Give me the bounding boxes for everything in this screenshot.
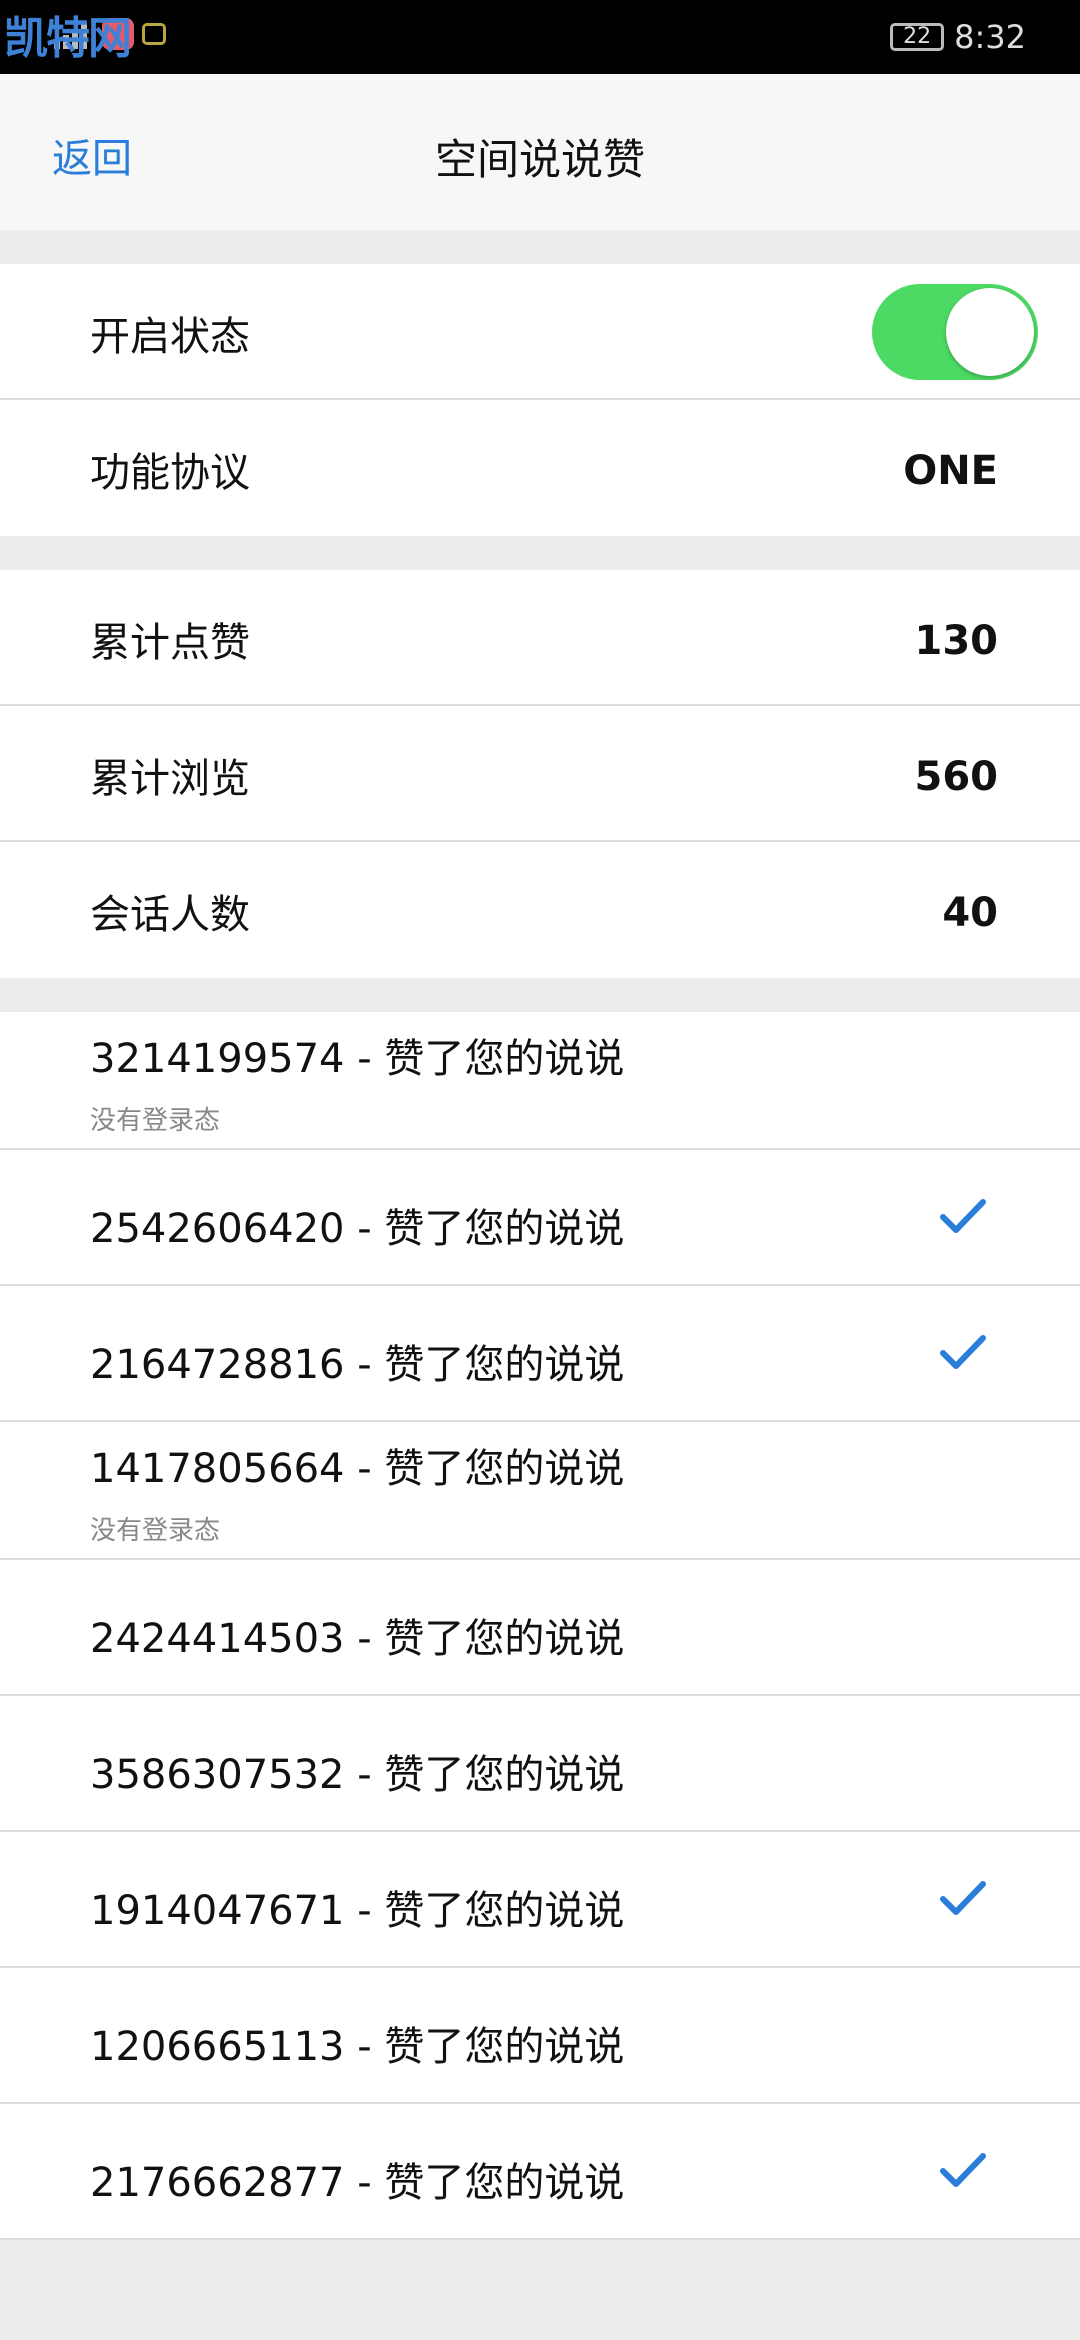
protocol-label: 功能协议	[90, 450, 250, 496]
stat-row-views: 累计浏览 560	[0, 706, 1080, 842]
stat-row-likes: 累计点赞 130	[0, 570, 1080, 706]
list-item[interactable]: 2424414503 - 赞了您的说说	[0, 1560, 1080, 1696]
page-title: 空间说说赞	[434, 135, 645, 184]
list-item-text: 3586307532 - 赞了您的说说	[90, 1752, 625, 1798]
list-item[interactable]: 1417805664 - 赞了您的说说没有登录态	[0, 1422, 1080, 1560]
status-bar: 凯特网 22 8:32	[0, 0, 1080, 74]
battery-icon: 22	[890, 23, 945, 51]
protocol-row[interactable]: 功能协议 ONE	[0, 400, 1080, 536]
stat-value: 40	[942, 890, 998, 936]
checkmark-icon	[940, 1881, 986, 1915]
list-item[interactable]: 2164728816 - 赞了您的说说	[0, 1286, 1080, 1422]
stat-value: 560	[914, 754, 999, 800]
list-item-text: 2542606420 - 赞了您的说说	[90, 1206, 625, 1252]
navigation-bar: 返回 空间说说赞	[0, 74, 1080, 230]
list-item-text: 1206665113 - 赞了您的说说	[90, 2024, 625, 2070]
checkmark-icon	[940, 1199, 986, 1233]
like-list: 3214199574 - 赞了您的说说没有登录态 2542606420 - 赞了您…	[0, 1012, 1080, 2240]
list-item[interactable]: 1914047671 - 赞了您的说说	[0, 1832, 1080, 1968]
clock: 8:32	[954, 18, 1026, 56]
list-item-status: 没有登录态	[90, 1516, 221, 1546]
settings-group: 开启状态 功能协议 ONE	[0, 264, 1080, 536]
list-item[interactable]: 3586307532 - 赞了您的说说	[0, 1696, 1080, 1832]
list-item-text: 3214199574 - 赞了您的说说	[90, 1036, 625, 1082]
list-item-text: 2424414503 - 赞了您的说说	[90, 1616, 625, 1662]
message-icon	[142, 23, 166, 45]
list-item[interactable]: 1206665113 - 赞了您的说说	[0, 1968, 1080, 2104]
enabled-row[interactable]: 开启状态	[0, 264, 1080, 400]
list-item-text: 1417805664 - 赞了您的说说	[90, 1446, 625, 1492]
enabled-label: 开启状态	[90, 314, 250, 360]
stats-group: 累计点赞 130 累计浏览 560 会话人数 40	[0, 570, 1080, 978]
checkmark-icon	[940, 2153, 986, 2187]
list-item-status: 没有登录态	[90, 1106, 221, 1136]
stat-label: 累计点赞	[90, 620, 250, 666]
list-item-text: 2176662877 - 赞了您的说说	[90, 2160, 625, 2206]
list-item[interactable]: 3214199574 - 赞了您的说说没有登录态	[0, 1012, 1080, 1150]
list-item[interactable]: 2542606420 - 赞了您的说说	[0, 1150, 1080, 1286]
watermark: 凯特网	[4, 13, 132, 64]
stat-value: 130	[914, 618, 999, 664]
checkmark-icon	[940, 1335, 986, 1369]
stat-label: 累计浏览	[90, 756, 250, 802]
stat-label: 会话人数	[90, 892, 250, 938]
stat-row-sessions: 会话人数 40	[0, 842, 1080, 978]
list-item-text: 2164728816 - 赞了您的说说	[90, 1342, 625, 1388]
enabled-toggle[interactable]	[872, 284, 1038, 380]
list-item-text: 1914047671 - 赞了您的说说	[90, 1888, 625, 1934]
protocol-value: ONE	[903, 448, 998, 494]
toggle-knob	[946, 288, 1034, 376]
list-item[interactable]: 2176662877 - 赞了您的说说	[0, 2104, 1080, 2240]
